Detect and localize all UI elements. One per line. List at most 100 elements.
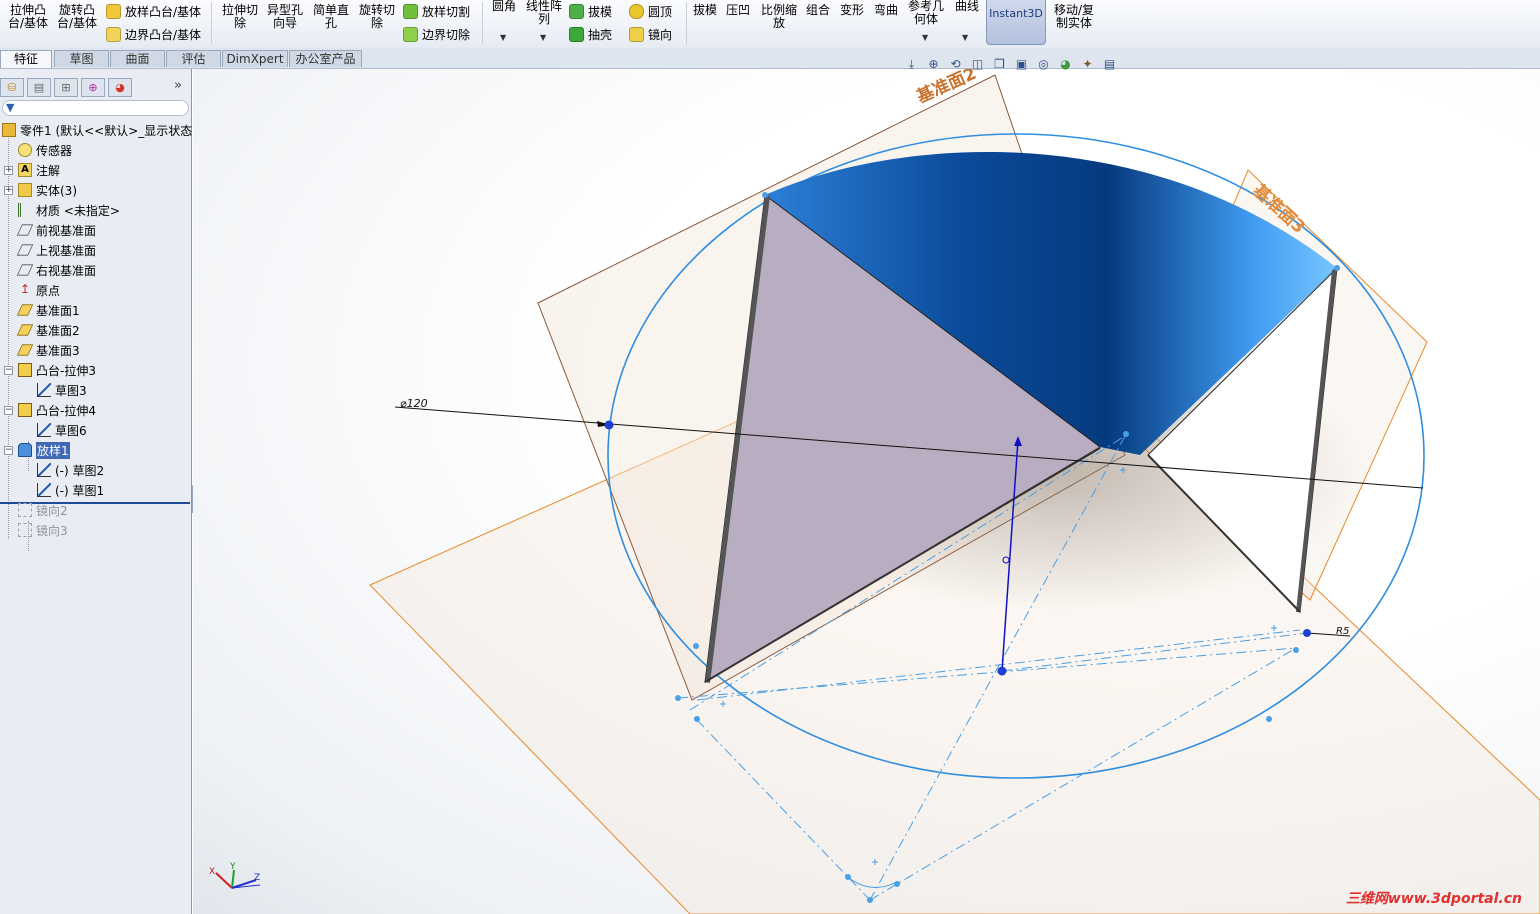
scale-button[interactable]: 比例缩 放 <box>757 4 801 30</box>
tree-item-plane2[interactable]: 基准面2 <box>16 321 80 339</box>
tree-item-label: 镜向3 <box>36 523 68 538</box>
displaymanager-tab[interactable]: ◕ <box>108 78 132 97</box>
filter-icon: ▼ <box>6 101 15 114</box>
revolve-boss-button[interactable]: 旋转凸 台/基体 <box>55 4 99 30</box>
tree-root-part[interactable]: 零件1 (默认<<默认>_显示状态 <box>2 121 192 139</box>
view-settings-icon[interactable]: ▤ <box>1102 57 1117 72</box>
sketch-icon <box>37 483 51 497</box>
zoom-to-fit-icon[interactable]: ⤓ <box>904 57 919 72</box>
tree-item-top-plane[interactable]: 上视基准面 <box>16 241 96 259</box>
move-copy-body-button[interactable]: 移动/复 制实体 <box>1050 4 1098 30</box>
view-orientation-icon[interactable]: ❒ <box>992 57 1007 72</box>
collapse-icon[interactable]: − <box>4 406 13 415</box>
tab-office-products[interactable]: 办公室产品 <box>289 50 362 67</box>
fillet-button[interactable]: 圆角 <box>489 0 519 13</box>
tree-item-boss-extrude4[interactable]: 凸台-拉伸4 <box>18 401 96 419</box>
hide-show-items-icon[interactable]: ◎ <box>1036 57 1051 72</box>
expand-panel-chevron-icon[interactable]: » <box>174 78 182 93</box>
linear-pattern-button[interactable]: 线性阵 列 <box>522 0 566 26</box>
display-style-icon[interactable]: ▣ <box>1014 57 1029 72</box>
combine-label: 组合 <box>805 3 830 17</box>
tree-item-annotations[interactable]: A 注解 <box>18 161 60 179</box>
combine-button[interactable]: 组合 <box>804 4 832 17</box>
tree-item-label: (-) 草图1 <box>55 483 105 498</box>
radius-dimension-label[interactable]: R5 <box>1336 626 1349 637</box>
edit-appearance-icon[interactable]: ◕ <box>1058 57 1073 72</box>
flex-button[interactable]: 弯曲 <box>872 4 900 17</box>
tree-item-label: 凸台-拉伸4 <box>36 403 96 418</box>
revolve-cut-button[interactable]: 旋转切 除 <box>355 4 399 30</box>
tree-item-label: 前视基准面 <box>36 223 97 238</box>
command-manager-ribbon: 拉伸凸 台/基体 旋转凸 台/基体 放样凸台/基体 边界凸台/基体 拉伸切 除 … <box>0 0 1540 49</box>
tree-item-plane3[interactable]: 基准面3 <box>16 341 80 359</box>
mirror-button[interactable]: 镜向 <box>629 27 672 42</box>
simple-hole-label-2: 孔 <box>324 16 337 30</box>
reference-geometry-dropdown-arrow[interactable]: ▼ <box>922 33 928 42</box>
reference-geometry-button[interactable]: 参考几 何体 <box>904 0 948 26</box>
tab-sketch[interactable]: 草图 <box>54 50 109 67</box>
boundary-boss-button[interactable]: 边界凸台/基体 <box>106 27 201 42</box>
hole-wizard-button[interactable]: 异型孔 向导 <box>263 4 307 30</box>
plane-icon <box>16 264 34 276</box>
dimxpertmanager-tab[interactable]: ⊕ <box>81 78 105 97</box>
tree-item-label: 实体(3) <box>36 183 77 198</box>
loft-cut-button[interactable]: 放样切割 <box>403 4 470 19</box>
tree-item-sketch2[interactable]: (-) 草图2 <box>37 461 104 479</box>
shell-button[interactable]: 抽壳 <box>569 27 612 42</box>
draft-button[interactable]: 拔模 <box>569 4 612 19</box>
tree-item-mirror3[interactable]: 镜向3 <box>18 521 68 539</box>
collapse-icon[interactable]: − <box>4 446 13 455</box>
deform-button[interactable]: 变形 <box>838 4 866 17</box>
section-view-icon[interactable]: ◫ <box>970 57 985 72</box>
curves-label: 曲线 <box>954 0 979 13</box>
tree-item-front-plane[interactable]: 前视基准面 <box>16 221 97 239</box>
sketch-icon <box>37 383 51 397</box>
curves-dropdown-arrow[interactable]: ▼ <box>962 33 968 42</box>
linear-pattern-dropdown-arrow[interactable]: ▼ <box>540 33 546 42</box>
tree-item-plane1[interactable]: 基准面1 <box>16 301 80 319</box>
instant3d-button[interactable]: Instant3D <box>986 0 1046 45</box>
tree-item-sketch3[interactable]: 草图3 <box>37 381 87 399</box>
tree-item-right-plane[interactable]: 右视基准面 <box>16 261 96 279</box>
dome-button[interactable]: 圆顶 <box>629 4 672 19</box>
indent-label: 压凹 <box>725 3 750 17</box>
curves-button[interactable]: 曲线 <box>952 0 982 13</box>
tree-item-material[interactable]: 材质 <未指定> <box>18 201 120 219</box>
graphics-area[interactable]: ⌀120 R5 基准面2 基准面3 X Y Z 三维网www.3dportal.… <box>193 69 1540 914</box>
indent-button[interactable]: 压凹 <box>724 4 752 17</box>
tree-item-sketch1[interactable]: (-) 草图1 <box>37 481 104 499</box>
extrude-cut-button[interactable]: 拉伸切 除 <box>218 4 262 30</box>
fillet-dropdown-arrow[interactable]: ▼ <box>500 33 506 42</box>
tree-item-sketch6[interactable]: 草图6 <box>37 421 87 439</box>
draft-icon <box>569 4 584 19</box>
flex-label: 弯曲 <box>873 3 898 17</box>
tab-features[interactable]: 特征 <box>0 50 52 68</box>
tree-item-origin[interactable]: ↥ 原点 <box>18 281 60 299</box>
fillet-label: 圆角 <box>491 0 516 13</box>
sketch-icon <box>37 463 51 477</box>
diameter-dimension-label[interactable]: ⌀120 <box>400 397 428 410</box>
tab-surfaces[interactable]: 曲面 <box>110 50 165 67</box>
featuremanager-tab[interactable]: ⛁ <box>0 78 24 97</box>
tree-filter-input[interactable]: ▼ <box>2 100 189 116</box>
tree-item-solid-bodies[interactable]: 实体(3) <box>18 181 77 199</box>
loft-boss-button[interactable]: 放样凸台/基体 <box>106 4 201 19</box>
expand-icon[interactable]: + <box>4 166 13 175</box>
expand-icon[interactable]: + <box>4 186 13 195</box>
tree-item-loft1[interactable]: 放样1 <box>18 441 70 459</box>
extrude-boss-button[interactable]: 拉伸凸 台/基体 <box>6 4 50 30</box>
propertymanager-tab[interactable]: ▤ <box>27 78 51 97</box>
tree-item-boss-extrude3[interactable]: 凸台-拉伸3 <box>18 361 96 379</box>
tree-item-mirror2[interactable]: 镜向2 <box>18 501 68 519</box>
collapse-icon[interactable]: − <box>4 366 13 375</box>
boundary-cut-button[interactable]: 边界切除 <box>403 27 470 42</box>
configurationmanager-tab[interactable]: ⊞ <box>54 78 78 97</box>
apply-scene-icon[interactable]: ✦ <box>1080 57 1095 72</box>
previous-view-icon[interactable]: ⟲ <box>948 57 963 72</box>
tab-evaluate[interactable]: 评估 <box>166 50 221 67</box>
draft-big-button[interactable]: 拔模 <box>691 4 719 17</box>
zoom-area-icon[interactable]: ⊕ <box>926 57 941 72</box>
tree-item-sensors[interactable]: 传感器 <box>18 141 72 159</box>
tab-dimxpert[interactable]: DimXpert <box>222 50 288 67</box>
simple-hole-button[interactable]: 简单直 孔 <box>309 4 353 30</box>
